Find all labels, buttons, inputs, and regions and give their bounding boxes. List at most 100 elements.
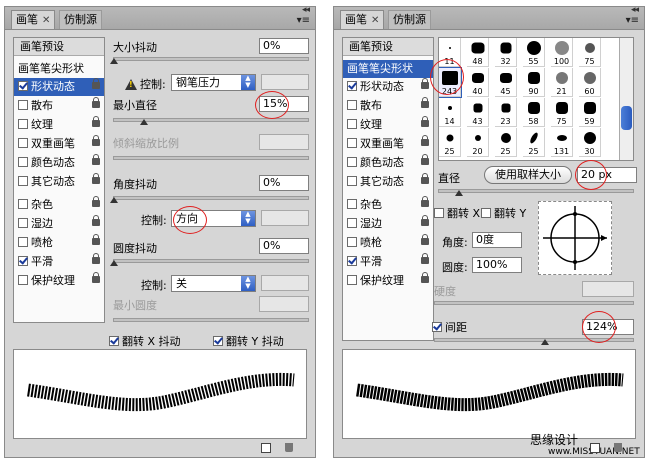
checkbox[interactable] — [18, 138, 28, 148]
angle-field[interactable]: 0度 — [472, 232, 522, 248]
checkbox[interactable] — [434, 208, 444, 218]
lock-icon[interactable] — [421, 135, 429, 146]
brush-tip-tile[interactable]: 43 — [467, 98, 489, 127]
checkbox[interactable] — [18, 119, 28, 129]
chevron-down-icon[interactable]: ▲ ▼ — [241, 211, 255, 226]
checkbox[interactable] — [347, 138, 357, 148]
panel-menu-icon[interactable]: ▾≡ — [297, 15, 310, 26]
lock-icon[interactable] — [92, 154, 100, 165]
lock-icon[interactable] — [421, 154, 429, 165]
checkbox[interactable] — [432, 322, 442, 332]
list-item-noise[interactable]: 杂色 — [14, 196, 104, 214]
flip-x-jitter-checkbox[interactable]: 翻转 X 抖动 — [109, 333, 181, 349]
lock-icon[interactable] — [92, 253, 100, 264]
flip-y-jitter-checkbox[interactable]: 翻转 Y 抖动 — [213, 333, 284, 349]
roundness-jitter-slider[interactable] — [110, 259, 309, 266]
list-item-texture[interactable]: 纹理 — [14, 116, 104, 134]
checkbox[interactable] — [347, 81, 357, 91]
list-item-noise[interactable]: 杂色 — [343, 196, 433, 214]
list-item-wet-edges[interactable]: 湿边 — [14, 215, 104, 233]
checkbox[interactable] — [18, 256, 28, 266]
lock-icon[interactable] — [421, 116, 429, 127]
roundness-field[interactable]: 100% — [472, 257, 522, 273]
brush-tip-tile[interactable]: 90 — [523, 68, 545, 97]
brush-tip-tile[interactable]: 23 — [495, 98, 517, 127]
checkbox[interactable] — [18, 81, 28, 91]
checkbox[interactable] — [347, 176, 357, 186]
close-icon[interactable]: ✕ — [42, 12, 50, 30]
brush-tip-tile[interactable]: 100 — [551, 38, 573, 67]
lock-icon[interactable] — [92, 135, 100, 146]
lock-icon[interactable] — [421, 253, 429, 264]
checkbox[interactable] — [347, 199, 357, 209]
brush-tip-tile[interactable]: 60 — [579, 68, 601, 97]
diameter-slider[interactable] — [438, 189, 634, 196]
list-item-dual-brush[interactable]: 双重画笔 — [343, 135, 433, 153]
lock-icon[interactable] — [92, 116, 100, 127]
chevron-down-icon[interactable]: ▲ ▼ — [241, 276, 255, 291]
trash-icon[interactable] — [614, 443, 622, 452]
slider-knob[interactable] — [455, 190, 463, 196]
list-header-brush-presets[interactable]: 画笔预设 — [343, 38, 433, 56]
brush-tip-tile[interactable]: 14 — [439, 98, 461, 127]
list-item-wet-edges[interactable]: 湿边 — [343, 215, 433, 233]
checkbox[interactable] — [18, 176, 28, 186]
list-item-texture[interactable]: 纹理 — [343, 116, 433, 134]
list-item-shape-dynamics[interactable]: 形状动态 — [14, 78, 104, 96]
list-item-airbrush[interactable]: 喷枪 — [14, 234, 104, 252]
checkbox[interactable] — [18, 100, 28, 110]
brush-tip-tile[interactable]: 59 — [579, 98, 601, 127]
list-item-smoothing[interactable]: 平滑 — [343, 253, 433, 271]
checkbox[interactable] — [347, 237, 357, 247]
checkbox[interactable] — [18, 157, 28, 167]
brush-tip-tile[interactable]: 25 — [495, 128, 517, 157]
brush-tip-tile[interactable]: 75 — [579, 38, 601, 67]
lock-icon[interactable] — [92, 196, 100, 207]
control-off-select[interactable]: 关 ▲ ▼ — [171, 275, 256, 292]
slider-knob[interactable] — [110, 58, 118, 64]
chevron-down-icon[interactable]: ▲ ▼ — [241, 75, 255, 90]
lock-icon[interactable] — [421, 215, 429, 226]
spacing-checkbox[interactable]: 间距 — [432, 319, 467, 335]
lock-icon[interactable] — [421, 97, 429, 108]
trash-icon[interactable] — [285, 443, 293, 452]
slider-knob[interactable] — [541, 339, 549, 345]
min-diameter-slider[interactable] — [113, 118, 309, 125]
brush-tip-tile[interactable]: 32 — [495, 38, 517, 67]
use-sample-size-button[interactable]: 使用取样大小 — [484, 166, 572, 184]
brush-tip-tile[interactable]: 20 — [467, 128, 489, 157]
angle-jitter-slider[interactable] — [110, 196, 309, 203]
list-item-protect-texture[interactable]: 保护纹理 — [343, 272, 433, 290]
list-item-smoothing[interactable]: 平滑 — [14, 253, 104, 271]
list-item-brush-tip-shape[interactable]: 画笔笔尖形状 — [14, 60, 104, 78]
lock-icon[interactable] — [92, 78, 100, 89]
lock-icon[interactable] — [421, 196, 429, 207]
checkbox[interactable] — [109, 336, 119, 346]
brush-tip-tile[interactable]: 75 — [551, 98, 573, 127]
checkbox[interactable] — [213, 336, 223, 346]
brush-tip-tile[interactable]: 131 — [551, 128, 573, 157]
list-item-brush-tip-shape[interactable]: 画笔笔尖形状 — [343, 60, 433, 78]
lock-icon[interactable] — [92, 272, 100, 283]
slider-knob[interactable] — [110, 197, 118, 203]
lock-icon[interactable] — [421, 234, 429, 245]
list-item-scattering[interactable]: 散布 — [14, 97, 104, 115]
checkbox[interactable] — [18, 218, 28, 228]
brush-tip-tile[interactable]: 21 — [551, 68, 573, 97]
lock-icon[interactable] — [92, 234, 100, 245]
brush-tip-tile[interactable]: 25 — [439, 128, 461, 157]
lock-icon[interactable] — [92, 173, 100, 184]
roundness-jitter-field[interactable]: 0% — [259, 238, 309, 254]
flip-x-checkbox[interactable]: 翻转 X — [434, 205, 480, 221]
brush-tip-tile[interactable]: 25 — [523, 128, 545, 157]
control-pen-pressure-select[interactable]: 钢笔压力 ▲ ▼ — [171, 74, 256, 91]
list-item-scattering[interactable]: 散布 — [343, 97, 433, 115]
slider-knob[interactable] — [110, 260, 118, 266]
close-icon[interactable]: ✕ — [371, 12, 379, 30]
tab-clone-source[interactable]: 仿制源 — [388, 10, 431, 29]
lock-icon[interactable] — [421, 78, 429, 89]
checkbox[interactable] — [347, 100, 357, 110]
lock-icon[interactable] — [92, 215, 100, 226]
panel-menu-icon[interactable]: ▾≡ — [626, 15, 639, 26]
collapse-icon[interactable]: ◂◂ — [631, 5, 639, 15]
